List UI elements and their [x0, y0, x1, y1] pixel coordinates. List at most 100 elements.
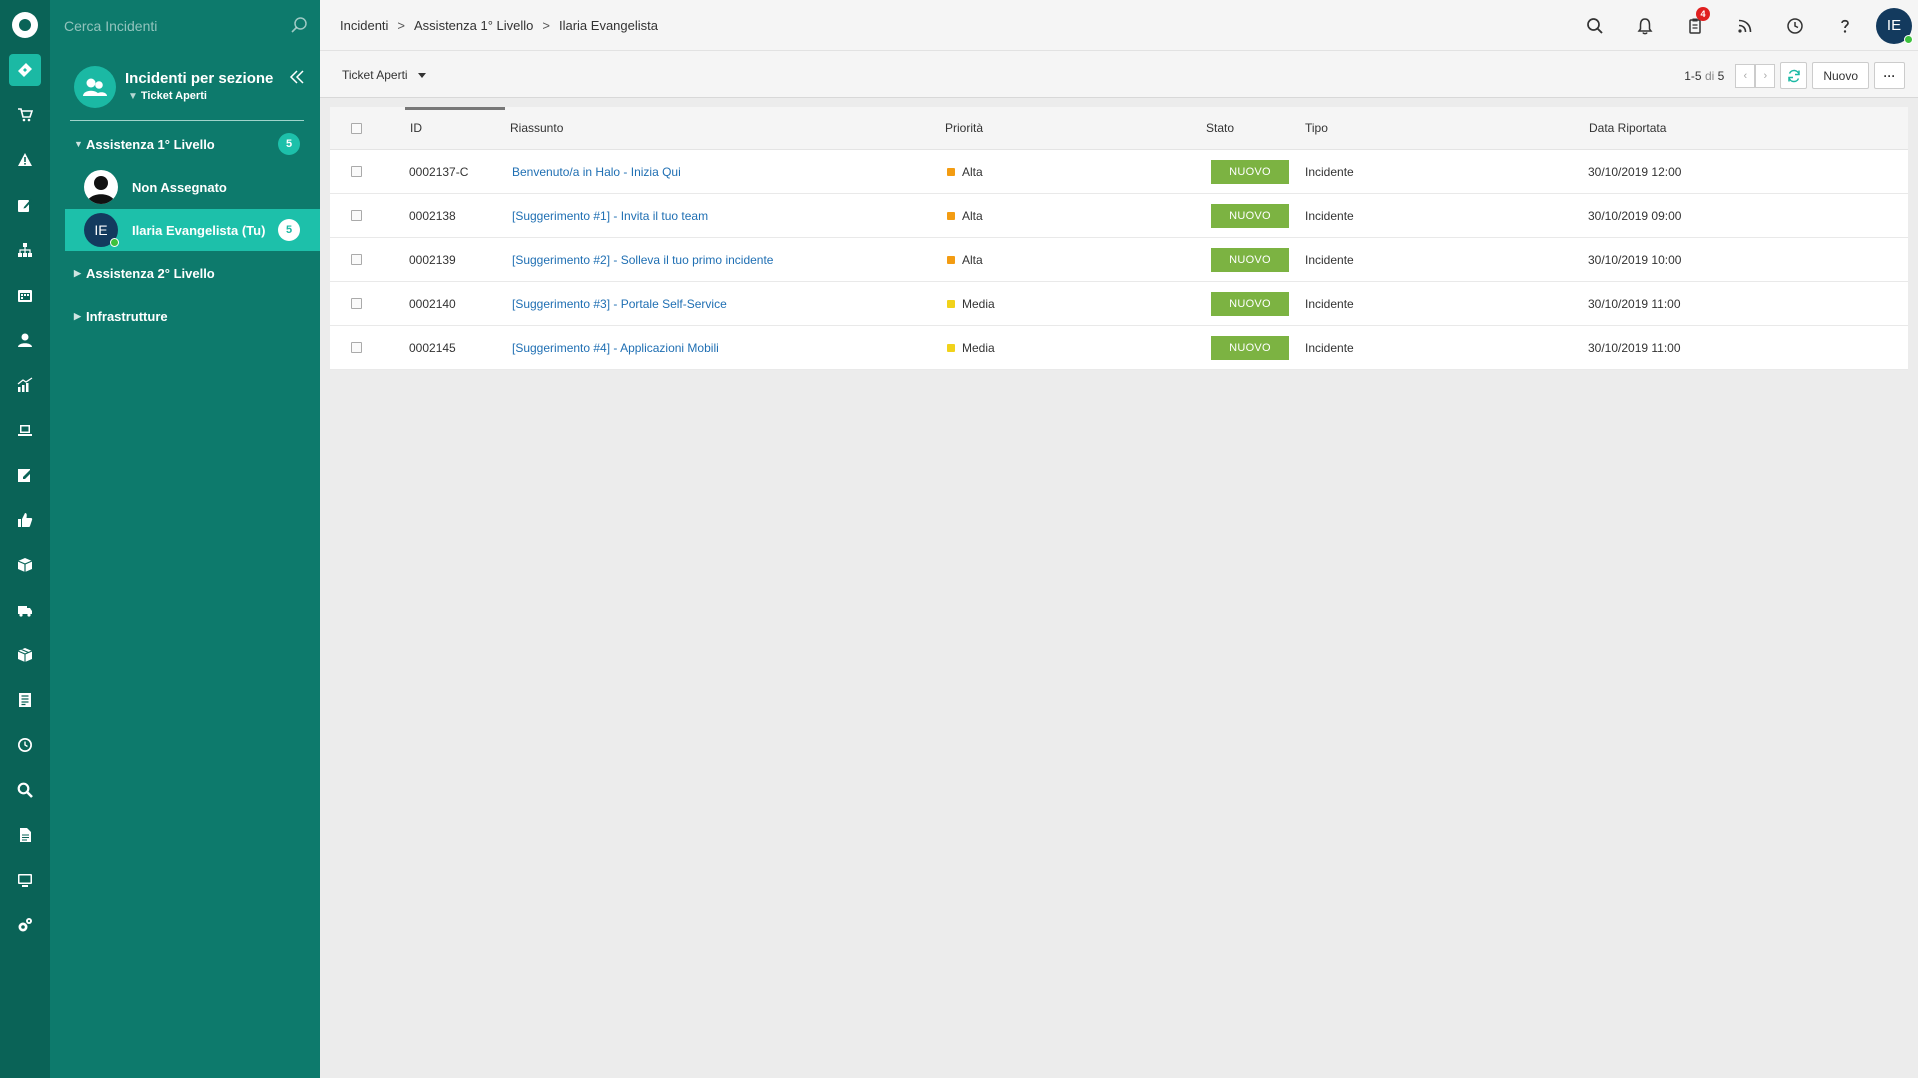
- more-options-button[interactable]: ···: [1874, 62, 1905, 89]
- clipboard-icon[interactable]: 4: [1670, 0, 1720, 51]
- note-icon[interactable]: [9, 459, 41, 491]
- ticket-summary-link[interactable]: [Suggerimento #3] - Portale Self-Service: [512, 282, 727, 325]
- chart-icon[interactable]: [9, 369, 41, 401]
- calendar-icon[interactable]: [9, 279, 41, 311]
- ticket-status: NUOVO: [1211, 238, 1289, 281]
- warning-icon[interactable]: [9, 144, 41, 176]
- history-clock-icon[interactable]: [1770, 0, 1820, 51]
- refresh-button[interactable]: [1780, 62, 1808, 89]
- breadcrumb-item[interactable]: Incidenti: [340, 18, 388, 33]
- package-icon[interactable]: [9, 639, 41, 671]
- user-icon[interactable]: [9, 324, 41, 356]
- sidebar-group-assistenza-2[interactable]: ▶ Assistenza 2° Livello: [50, 258, 320, 288]
- ticket-type: Incidente: [1305, 164, 1354, 179]
- sidebar-search: [50, 0, 320, 50]
- priority-dot: [947, 211, 955, 220]
- table-row[interactable]: 0002137-C Benvenuto/a in Halo - Inizia Q…: [330, 150, 1908, 194]
- bell-icon[interactable]: [1620, 0, 1670, 51]
- file-icon[interactable]: [9, 819, 41, 851]
- row-checkbox[interactable]: [351, 210, 362, 221]
- breadcrumb: Incidenti > Assistenza 1° Livello > Ilar…: [340, 18, 658, 33]
- laptop-icon[interactable]: [9, 414, 41, 446]
- column-header-id[interactable]: ID: [410, 107, 422, 149]
- document-icon[interactable]: [9, 684, 41, 716]
- breadcrumb-item[interactable]: Ilaria Evangelista: [559, 18, 658, 33]
- column-header-type[interactable]: Tipo: [1305, 107, 1328, 149]
- table-row[interactable]: 0002138 [Suggerimento #1] - Invita il tu…: [330, 194, 1908, 238]
- ticket-status: NUOVO: [1211, 282, 1289, 325]
- refresh-icon: [1788, 69, 1800, 82]
- collapse-sidebar-icon[interactable]: [288, 68, 306, 86]
- monitor-icon[interactable]: [9, 864, 41, 896]
- sidebar-group-assistenza-1[interactable]: ▼ Assistenza 1° Livello 5: [50, 129, 320, 159]
- priority-label: Alta: [962, 164, 983, 179]
- sidebar-filter[interactable]: ▼ Ticket Aperti: [128, 90, 207, 102]
- ticket-reported-date: 30/10/2019 11:00: [1588, 340, 1681, 355]
- view-dropdown[interactable]: Ticket Aperti: [342, 68, 426, 82]
- table-header: ID Riassunto Priorità Stato Tipo Data Ri…: [330, 107, 1908, 150]
- status-badge: NUOVO: [1211, 159, 1289, 184]
- thumbs-up-icon[interactable]: [9, 504, 41, 536]
- clock-icon[interactable]: [9, 729, 41, 761]
- next-page-button[interactable]: ›: [1755, 63, 1776, 88]
- user-avatar[interactable]: IE: [1876, 7, 1913, 44]
- ticket-summary-link[interactable]: [Suggerimento #1] - Invita il tuo team: [512, 194, 708, 237]
- search-icon[interactable]: [290, 16, 308, 34]
- breadcrumb-separator: >: [397, 18, 406, 33]
- priority-label: Alta: [962, 252, 983, 267]
- table-row[interactable]: 0002139 [Suggerimento #2] - Solleva il t…: [330, 238, 1908, 282]
- sidebar-group-label: Assistenza 1° Livello: [86, 136, 215, 152]
- list-toolbar: Ticket Aperti 1-5 di 5 ‹ › Nuovo ···: [320, 51, 1918, 98]
- help-icon[interactable]: [1820, 0, 1870, 51]
- ticket-type: Incidente: [1305, 340, 1354, 355]
- breadcrumb-item[interactable]: Assistenza 1° Livello: [414, 18, 533, 33]
- search-icon[interactable]: [9, 774, 41, 806]
- row-checkbox[interactable]: [351, 254, 362, 265]
- new-ticket-button[interactable]: Nuovo: [1812, 62, 1869, 89]
- box-icon[interactable]: [9, 549, 41, 581]
- search-icon[interactable]: [1570, 0, 1620, 51]
- rss-feed-icon[interactable]: [1720, 0, 1770, 51]
- default-user-icon: [87, 176, 115, 204]
- sidebar: Incidenti per sezione ▼Ticket Aperti ▼ A…: [50, 0, 320, 1078]
- chevron-right-icon: ›: [1763, 69, 1768, 82]
- truck-icon[interactable]: [9, 594, 41, 626]
- sidebar-member-ilaria-evangelista[interactable]: IE Ilaria Evangelista (Tu) 5: [65, 209, 320, 251]
- row-select-cell: [351, 326, 362, 369]
- ticket-status: NUOVO: [1211, 326, 1289, 369]
- sidebar-member-non-assegnato[interactable]: Non Assegnato: [65, 166, 320, 208]
- column-header-reported[interactable]: Data Riportata: [1589, 107, 1666, 149]
- sidebar-member-label: Non Assegnato: [132, 179, 227, 195]
- sidebar-group-infrastrutture[interactable]: ▶ Infrastrutture: [50, 301, 320, 331]
- edit-icon[interactable]: [9, 189, 41, 221]
- ticket-id: 0002138: [409, 208, 456, 223]
- row-checkbox[interactable]: [351, 298, 362, 309]
- ticket-priority: Alta: [947, 194, 983, 237]
- member-count-badge: 5: [278, 219, 300, 241]
- ticket-reported-date: 30/10/2019 12:00: [1588, 164, 1682, 179]
- table-row[interactable]: 0002140 [Suggerimento #3] - Portale Self…: [330, 282, 1908, 326]
- ticket-summary-link[interactable]: [Suggerimento #2] - Solleva il tuo primo…: [512, 238, 773, 281]
- ticket-summary-link[interactable]: Benvenuto/a in Halo - Inizia Qui: [512, 150, 681, 193]
- table-row[interactable]: 0002145 [Suggerimento #4] - Applicazioni…: [330, 326, 1908, 370]
- cart-icon[interactable]: [9, 99, 41, 131]
- prev-page-button[interactable]: ‹: [1735, 63, 1756, 88]
- search-input[interactable]: [64, 15, 284, 37]
- ticket-icon[interactable]: [9, 54, 41, 86]
- row-select-cell: [351, 194, 362, 237]
- halo-logo-icon[interactable]: [12, 12, 38, 38]
- hierarchy-icon[interactable]: [9, 234, 41, 266]
- sidebar-member-label: Ilaria Evangelista (Tu): [132, 222, 266, 238]
- column-header-status[interactable]: Stato: [1206, 107, 1234, 149]
- chevron-down-icon: [417, 72, 426, 78]
- row-checkbox[interactable]: [351, 342, 362, 353]
- select-all-checkbox[interactable]: [351, 122, 362, 134]
- column-header-priority[interactable]: Priorità: [945, 107, 983, 149]
- ticket-type: Incidente: [1305, 296, 1354, 311]
- column-header-summary[interactable]: Riassunto: [510, 107, 563, 149]
- settings-icon[interactable]: [9, 909, 41, 941]
- row-checkbox[interactable]: [351, 166, 362, 177]
- status-badge: NUOVO: [1211, 335, 1289, 360]
- priority-dot: [947, 299, 955, 308]
- ticket-summary-link[interactable]: [Suggerimento #4] - Applicazioni Mobili: [512, 326, 719, 369]
